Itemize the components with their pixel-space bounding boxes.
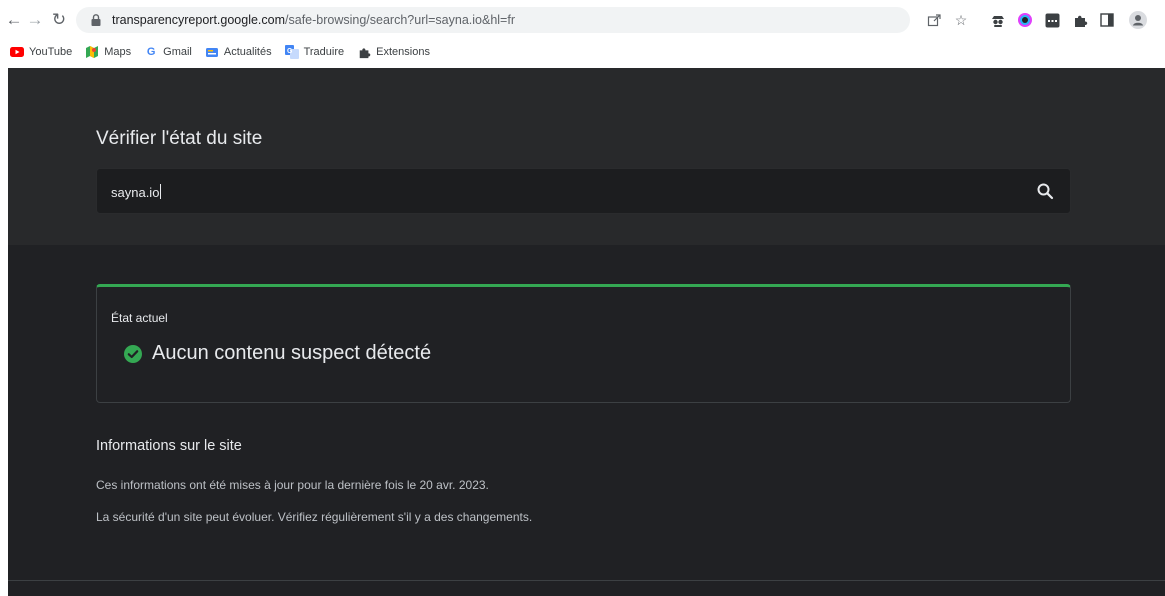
share-icon[interactable] (924, 10, 944, 30)
url-text: transparencyreport.google.com/safe-brows… (112, 13, 515, 27)
bookmark-label: Traduire (303, 46, 345, 58)
site-search-input[interactable]: sayna.io (96, 168, 1071, 214)
bookmark-label: YouTube (29, 46, 73, 58)
status-result: Aucun contenu suspect détecté (124, 342, 431, 365)
bookmark-label: Extensions (376, 46, 430, 58)
page-viewport: Vérifier l'état du site sayna.io État ac… (0, 68, 1165, 596)
color-picker-extension-icon[interactable] (1015, 10, 1035, 30)
search-icon[interactable] (1036, 182, 1054, 200)
bookmark-actualites[interactable]: Actualités (205, 45, 272, 59)
bookmark-star-icon[interactable]: ☆ (951, 10, 971, 30)
news-icon (205, 45, 219, 59)
search-query: sayna.io (111, 185, 160, 200)
url-host: transparencyreport.google.com (112, 13, 286, 27)
bookmark-maps[interactable]: Maps (85, 45, 131, 59)
browser-toolbar: ← → ↻ transparencyreport.google.com/safe… (0, 0, 1165, 40)
reload-icon[interactable]: ↻ (47, 8, 71, 32)
side-panel-icon[interactable] (1097, 10, 1117, 30)
profile-avatar-icon[interactable] (1128, 10, 1148, 30)
info-updated-text: Ces informations ont été mises à jour po… (96, 478, 489, 492)
bookmark-traduire[interactable]: G Traduire (284, 45, 345, 59)
youtube-icon (10, 45, 24, 59)
bookmark-gmail[interactable]: G Gmail (144, 45, 192, 59)
info-advice-text: La sécurité d'un site peut évoluer. Véri… (96, 510, 533, 524)
svg-text:G: G (287, 48, 293, 55)
status-label: État actuel (111, 311, 168, 325)
url-path: /safe-browsing/search?url=sayna.io&hl=fr (285, 13, 515, 27)
address-bar[interactable]: transparencyreport.google.com/safe-brows… (76, 7, 910, 33)
search-section: Vérifier l'état du site sayna.io (8, 68, 1165, 245)
lock-icon[interactable] (90, 13, 102, 27)
google-icon: G (146, 46, 156, 58)
extensions-puzzle-icon[interactable] (1070, 10, 1090, 30)
puzzle-icon (357, 45, 371, 59)
text-caret (160, 184, 162, 199)
bookmarks-bar: YouTube Maps G Gmail Actualités G Tradui… (0, 40, 1165, 64)
search-input-value[interactable]: sayna.io (111, 184, 162, 200)
dashlane-extension-icon[interactable] (1042, 10, 1062, 30)
page-body: Vérifier l'état du site sayna.io État ac… (8, 68, 1165, 596)
forward-arrow-icon[interactable]: → (23, 8, 47, 32)
info-title: Informations sur le site (96, 438, 242, 454)
translate-icon: G (284, 45, 299, 59)
maps-icon (85, 45, 99, 59)
bookmark-label: Maps (104, 46, 132, 58)
bookmark-label: Gmail (163, 46, 192, 58)
status-card: État actuel Aucun contenu suspect détect… (96, 284, 1071, 403)
page-title: Vérifier l'état du site (96, 128, 263, 149)
bookmark-youtube[interactable]: YouTube (10, 45, 72, 59)
bookmark-extensions[interactable]: Extensions (357, 45, 430, 59)
bookmark-label: Actualités (223, 46, 272, 58)
spy-extension-icon[interactable] (988, 10, 1008, 30)
status-text: Aucun contenu suspect détecté (152, 342, 432, 364)
footer-divider (8, 580, 1165, 581)
check-circle-icon (124, 344, 142, 363)
